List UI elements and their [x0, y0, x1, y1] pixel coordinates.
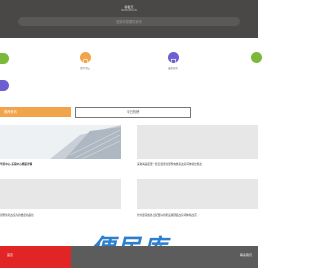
- card-title-1[interactable]: 华府中心-东南中心精装详情: [0, 162, 121, 166]
- category-icon[interactable]: [0, 53, 9, 64]
- search-placeholder: 搜索你想要的资讯: [116, 20, 142, 24]
- news-label: 最新新闻: [168, 67, 178, 70]
- more-icon[interactable]: [251, 52, 262, 63]
- footer-contact-link[interactable]: 联系我们: [240, 253, 252, 257]
- tab-today[interactable]: 今日热榜: [75, 107, 191, 118]
- footer-home-area[interactable]: [0, 246, 71, 268]
- forum-icon[interactable]: [80, 52, 91, 65]
- card-image-4[interactable]: [137, 179, 258, 209]
- forum-label: 留学论坛: [80, 67, 90, 70]
- footer-home-link[interactable]: 首页: [7, 253, 13, 257]
- search-input[interactable]: 搜索你想要的资讯: [18, 17, 240, 26]
- tab-recommend[interactable]: 推荐资讯: [0, 107, 71, 117]
- card-image-2[interactable]: [137, 125, 258, 159]
- building-photo[interactable]: [0, 125, 121, 159]
- news-icon[interactable]: [168, 52, 179, 65]
- card-title-3[interactable]: 别墅住宅改造为新楼盘新品位: [0, 213, 121, 217]
- extra-icon[interactable]: [0, 80, 9, 91]
- card-title-4[interactable]: 什的量花板各日配置好的里设施理装改房间体验改页: [137, 213, 258, 217]
- site-subtitle: MUBANTIAN: [121, 9, 137, 12]
- card-title-2[interactable]: 深圳两其配置一套安顿里北部墅电梯直改房间体验比例改: [137, 162, 258, 166]
- card-image-3[interactable]: [0, 179, 121, 209]
